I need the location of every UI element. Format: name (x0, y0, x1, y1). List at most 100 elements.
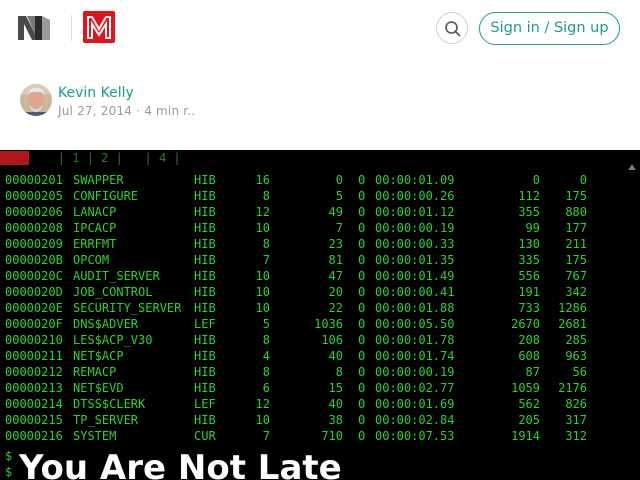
terminal-cell-state: HIB (194, 381, 216, 395)
terminal-cell-mem: 175 (565, 189, 587, 203)
terminal-cell-pri: 16 (255, 173, 270, 187)
terminal-cell-zero: 0 (358, 365, 366, 379)
terminal-cell-io: 40 (328, 349, 343, 363)
terminal-cell-state: CUR (194, 429, 216, 443)
read-time: 4 min r.. (144, 104, 196, 118)
terminal-cell-name: DTSS$CLERK (73, 397, 146, 411)
avatar[interactable] (20, 84, 52, 116)
terminal-cell-pages: 130 (518, 237, 540, 251)
terminal-cell-pages: 87 (525, 365, 540, 379)
terminal-cell-name: SYSTEM (73, 429, 117, 443)
terminal-cell-pri: 12 (255, 397, 270, 411)
terminal-cell-pri: 10 (255, 221, 270, 235)
terminal-cell-mem: 211 (565, 237, 587, 251)
terminal-cell-name: NET$EVD (73, 381, 124, 395)
terminal-cell-time: 00:00:01.88 (375, 301, 455, 315)
terminal-cell-pri: 10 (255, 413, 270, 427)
terminal-cell-time: 00:00:02.77 (375, 381, 455, 395)
terminal-cell-state: HIB (194, 269, 216, 283)
terminal-cell-time: 00:00:05.50 (375, 317, 455, 331)
terminal-cell-zero: 0 (358, 333, 366, 347)
terminal-cell-time: 00:00:00.33 (375, 237, 455, 251)
terminal-cell-state: HIB (194, 333, 216, 347)
terminal-cell-mem: 767 (565, 269, 587, 283)
terminal-cell-pid: 00000208 (5, 221, 63, 235)
terminal-cell-pages: 608 (518, 349, 540, 363)
terminal-cell-io: 7 (335, 221, 343, 235)
terminal-cell-state: LEF (194, 397, 216, 411)
terminal-cell-io: 38 (328, 413, 343, 427)
terminal-cell-pid: 00000216 (5, 429, 63, 443)
terminal-cell-time: 00:00:02.84 (375, 413, 455, 427)
terminal-tab-strip: | 1 | 2 | | 4 | (28, 151, 181, 165)
terminal-cell-name: LANACP (73, 205, 117, 219)
publication-logo-icon[interactable] (83, 11, 115, 43)
terminal-cell-pri: 7 (262, 429, 270, 443)
terminal-cell-zero: 0 (358, 397, 366, 411)
terminal-cell-pages: 556 (518, 269, 540, 283)
terminal-cell-pages: 733 (518, 301, 540, 315)
terminal-cell-pid: 00000209 (5, 237, 63, 251)
terminal-cell-name: SECURITY_SERVER (73, 301, 182, 315)
terminal-cell-io: 40 (328, 397, 343, 411)
terminal-tabs: | 1 | 2 | | 4 | (0, 150, 181, 166)
terminal-cell-name: IPCACP (73, 221, 117, 235)
terminal-cell-pages: 335 (518, 253, 540, 267)
terminal-cell-name: NET$ACP (73, 349, 124, 363)
terminal-cell-zero: 0 (358, 317, 366, 331)
terminal-cell-pid: 0000020F (5, 317, 63, 331)
terminal-cell-time: 00:00:01.09 (375, 173, 455, 187)
terminal-cell-state: HIB (194, 205, 216, 219)
terminal-cell-time: 00:00:00.26 (375, 189, 455, 203)
terminal-cell-pid: 0000020D (5, 285, 63, 299)
terminal-cell-name: REMACP (73, 365, 117, 379)
terminal-cell-time: 00:00:07.53 (375, 429, 455, 443)
terminal-cell-pri: 6 (262, 381, 270, 395)
medium-logo-icon[interactable] (18, 14, 52, 42)
terminal-cell-io: 0 (335, 173, 343, 187)
terminal-cell-pri: 7 (262, 253, 270, 267)
terminal-cell-time: 00:00:00.41 (375, 285, 455, 299)
terminal-cell-mem: 285 (565, 333, 587, 347)
terminal-cell-io: 1036 (314, 317, 343, 331)
header-divider (71, 15, 72, 41)
terminal-cell-zero: 0 (358, 429, 366, 443)
terminal-cell-io: 22 (328, 301, 343, 315)
terminal-cell-time: 00:00:01.12 (375, 205, 455, 219)
terminal-cell-zero: 0 (358, 301, 366, 315)
terminal-cell-name: LES$ACP_V30 (73, 333, 153, 347)
terminal-cell-pages: 355 (518, 205, 540, 219)
terminal-prompt: $ (5, 449, 13, 463)
sign-in-button[interactable]: Sign in / Sign up (479, 12, 620, 45)
terminal-cell-pages: 0 (532, 173, 540, 187)
terminal-cell-pages: 205 (518, 413, 540, 427)
terminal-cell-zero: 0 (358, 253, 366, 267)
terminal-cell-state: HIB (194, 301, 216, 315)
terminal-cell-pid: 00000201 (5, 173, 63, 187)
terminal-cell-mem: 880 (565, 205, 587, 219)
author-name[interactable]: Kevin Kelly (58, 85, 134, 101)
terminal-cell-pid: 00000213 (5, 381, 63, 395)
terminal-cell-zero: 0 (358, 237, 366, 251)
terminal-cell-io: 8 (335, 365, 343, 379)
terminal-cell-pages: 191 (518, 285, 540, 299)
post-date: Jul 27, 2014 (58, 104, 133, 118)
terminal-cell-pri: 10 (255, 269, 270, 283)
terminal-cell-mem: 2176 (558, 381, 587, 395)
terminal-cell-zero: 0 (358, 269, 366, 283)
search-button[interactable] (436, 12, 468, 44)
terminal-cell-mem: 2681 (558, 317, 587, 331)
terminal-cell-state: HIB (194, 365, 216, 379)
terminal-cell-zero: 0 (358, 205, 366, 219)
hero-image: | 1 | 2 | | 4 | 00000201 SWAPPER HIB 16 0 0 00… (0, 150, 640, 480)
terminal-cell-pid: 00000210 (5, 333, 63, 347)
terminal-cell-zero: 0 (358, 413, 366, 427)
terminal-cell-mem: 312 (565, 429, 587, 443)
terminal-cell-name: AUDIT_SERVER (73, 269, 160, 283)
scroll-up-icon (628, 164, 636, 170)
terminal-cell-io: 49 (328, 205, 343, 219)
terminal-cell-mem: 963 (565, 349, 587, 363)
terminal-cell-pri: 10 (255, 301, 270, 315)
terminal-cell-pages: 1914 (511, 429, 540, 443)
terminal-cell-pages: 112 (518, 189, 540, 203)
